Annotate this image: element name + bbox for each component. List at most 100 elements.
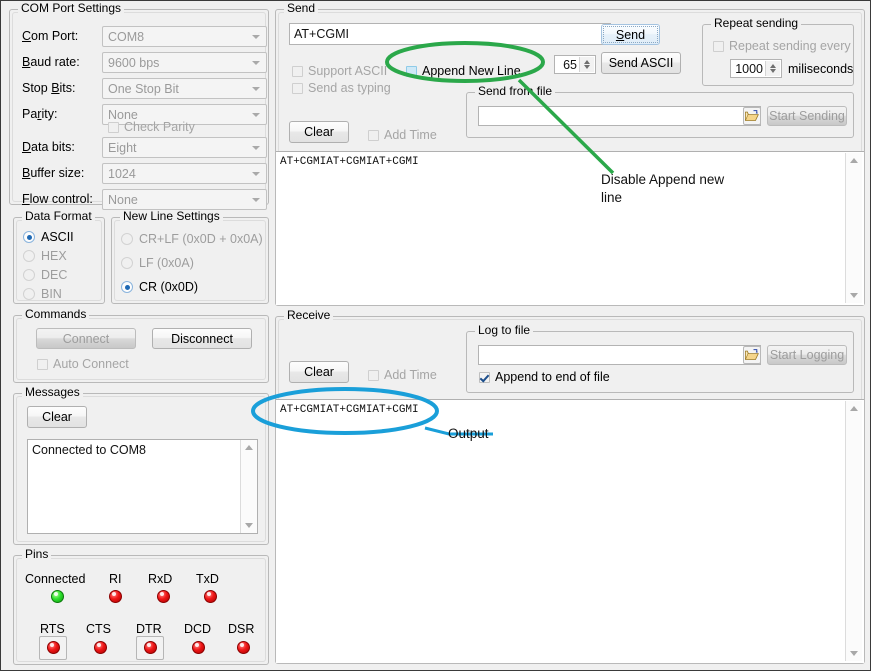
receive-add-time-label: Add Time <box>384 368 437 382</box>
stop-bits-select[interactable]: One Stop Bit <box>102 78 267 99</box>
receive-log[interactable]: AT+CGMIAT+CGMIAT+CGMI <box>276 399 864 663</box>
led-dtr <box>144 641 157 654</box>
spinner-buttons[interactable] <box>765 61 780 76</box>
pin-label-ri: RI <box>109 572 122 586</box>
checkbox-box <box>479 372 490 383</box>
radio-data-format-hex[interactable]: HEX <box>23 249 67 263</box>
commands-title: Commands <box>22 308 89 320</box>
radio-data-format-dec[interactable]: DEC <box>23 268 67 282</box>
repeat-interval-value: 1000 <box>735 62 763 76</box>
messages-scrollbar[interactable] <box>240 440 257 533</box>
flow-control-select[interactable]: None <box>102 189 267 210</box>
radio-dot-icon <box>23 250 35 262</box>
messages-title: Messages <box>22 386 83 398</box>
radio-label: HEX <box>41 249 67 263</box>
chevron-down-icon <box>252 146 260 150</box>
led-rts <box>47 641 60 654</box>
send-log[interactable]: AT+CGMIAT+CGMIAT+CGMI <box>276 151 864 305</box>
support-ascii-checkbox[interactable]: Support ASCII <box>292 64 387 78</box>
disconnect-button[interactable]: Disconnect <box>152 328 252 349</box>
repeat-sending-label: Repeat sending every <box>729 39 851 53</box>
send-file-browse-button[interactable] <box>743 107 761 125</box>
send-as-typing-checkbox[interactable]: Send as typing <box>292 81 391 95</box>
baud-rate-select[interactable]: 9600 bps <box>102 52 267 73</box>
receive-group: Receive Clear Add Time Log to file <box>275 316 865 664</box>
led-cts <box>94 641 107 654</box>
radio-dot-icon <box>23 288 35 300</box>
led-txd <box>204 590 217 603</box>
send-button[interactable]: Send <box>601 24 660 45</box>
messages-clear-button[interactable]: Clear <box>27 406 87 428</box>
append-to-end-checkbox[interactable]: Append to end of file <box>479 370 610 384</box>
led-ri <box>109 590 122 603</box>
radio-dot-icon <box>121 281 133 293</box>
chevron-down-icon <box>252 172 260 176</box>
com-port-select[interactable]: COM8 <box>102 26 267 47</box>
send-ascii-button[interactable]: Send ASCII <box>601 52 681 74</box>
scroll-up-icon[interactable] <box>245 445 253 450</box>
spinner-down-icon[interactable] <box>770 69 776 73</box>
start-sending-button[interactable]: Start Sending <box>767 106 847 126</box>
log-file-path-input[interactable] <box>478 345 761 365</box>
send-file-path-input[interactable] <box>478 106 761 126</box>
ascii-code-value: 65 <box>563 58 577 72</box>
radio-label: DEC <box>41 268 67 282</box>
scroll-down-icon[interactable] <box>245 523 253 528</box>
radio-data-format-bin[interactable]: BIN <box>23 287 62 301</box>
receive-add-time-checkbox[interactable]: Add Time <box>368 368 437 382</box>
led-rxd <box>157 590 170 603</box>
buffer-size-select[interactable]: 1024 <box>102 163 267 184</box>
repeat-interval-spinner[interactable]: 1000 <box>730 59 782 78</box>
commands-group: Commands Connect Disconnect Auto Connect <box>13 315 269 383</box>
spinner-buttons[interactable] <box>579 57 594 72</box>
radio-newline-lf[interactable]: LF (0x0A) <box>121 256 194 270</box>
radio-newline-cr[interactable]: CR (0x0D) <box>121 280 198 294</box>
connect-button[interactable]: Connect <box>36 328 136 349</box>
chevron-down-icon <box>252 113 260 117</box>
scroll-up-icon[interactable] <box>850 406 858 411</box>
receive-log-scrollbar[interactable] <box>845 401 862 661</box>
spinner-down-icon[interactable] <box>584 65 590 69</box>
stop-bits-value: One Stop Bit <box>108 82 179 96</box>
scroll-down-icon[interactable] <box>850 651 858 656</box>
checkbox-box <box>37 359 48 370</box>
serial-terminal-window: COM Port Settings Com Port: COM8 Baud ra… <box>0 0 871 671</box>
radio-newline-crlf[interactable]: CR+LF (0x0D + 0x0A) <box>121 232 263 246</box>
pins-group: Pins Connected RI RxD TxD RTS CTS DTR DC… <box>13 555 269 665</box>
check-parity-label: Check Parity <box>124 120 195 134</box>
pin-label-dcd: DCD <box>184 622 211 636</box>
checkbox-box <box>406 66 417 77</box>
flow-control-label: Flow control: <box>22 192 93 206</box>
chevron-down-icon <box>252 87 260 91</box>
append-new-line-checkbox[interactable]: Append New Line <box>406 64 521 78</box>
repeat-sending-checkbox[interactable]: Repeat sending every <box>713 39 851 53</box>
check-parity-checkbox[interactable]: Check Parity <box>108 120 195 134</box>
scroll-down-icon[interactable] <box>850 293 858 298</box>
pin-label-dtr: DTR <box>136 622 162 636</box>
send-input[interactable]: AT+CGMI <box>289 23 611 45</box>
send-add-time-checkbox[interactable]: Add Time <box>368 128 437 142</box>
radio-data-format-ascii[interactable]: ASCII <box>23 230 74 244</box>
spinner-up-icon[interactable] <box>770 64 776 68</box>
receive-clear-button[interactable]: Clear <box>289 361 349 383</box>
spinner-up-icon[interactable] <box>584 60 590 64</box>
pin-label-dsr: DSR <box>228 622 254 636</box>
send-log-scrollbar[interactable] <box>845 153 862 303</box>
radio-label: LF (0x0A) <box>139 256 194 270</box>
data-format-group: Data Format ASCII HEX DEC BIN <box>13 217 105 304</box>
messages-log[interactable]: Connected to COM8 <box>27 439 258 534</box>
scroll-up-icon[interactable] <box>850 158 858 163</box>
stop-bits-label: Stop Bits: <box>22 81 76 95</box>
checkbox-box <box>713 41 724 52</box>
start-logging-button[interactable]: Start Logging <box>767 345 847 365</box>
annotation-text-output: Output <box>448 425 489 443</box>
com-port-label: Com Port: <box>22 29 78 43</box>
auto-connect-checkbox[interactable]: Auto Connect <box>37 357 129 371</box>
ascii-code-spinner[interactable]: 65 <box>554 55 596 74</box>
radio-label: CR (0x0D) <box>139 280 198 294</box>
send-clear-button[interactable]: Clear <box>289 121 349 143</box>
led-connected <box>51 590 64 603</box>
checkbox-box <box>108 122 119 133</box>
log-file-browse-button[interactable] <box>743 346 761 364</box>
data-bits-select[interactable]: Eight <box>102 137 267 158</box>
